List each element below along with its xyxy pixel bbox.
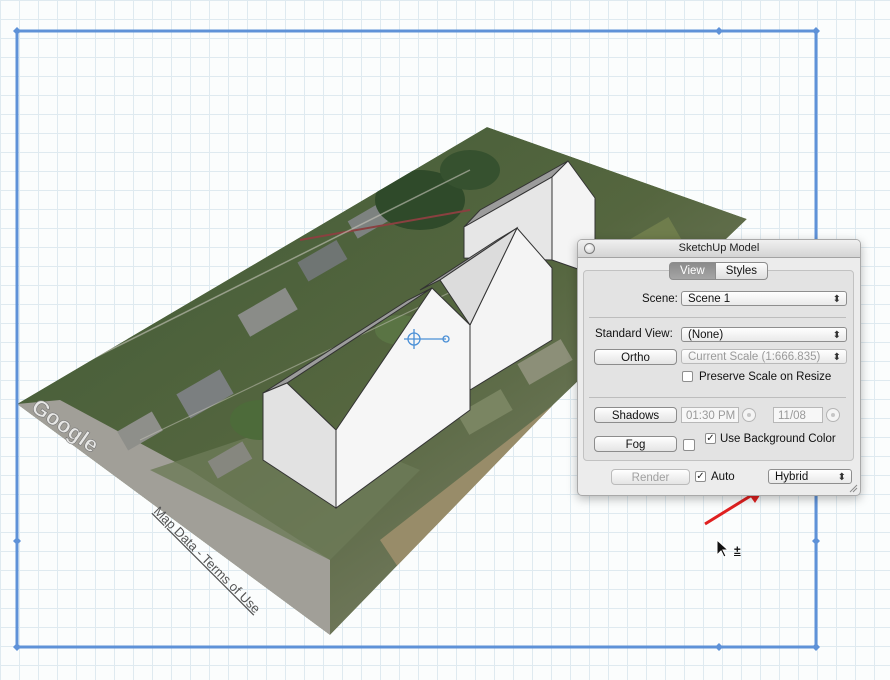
divider	[589, 317, 846, 318]
auto-checkbox[interactable]: ✓	[695, 471, 706, 482]
fog-color-swatch[interactable]	[683, 439, 695, 451]
close-button[interactable]	[584, 243, 595, 254]
divider	[589, 397, 846, 398]
panel-title: SketchUp Model	[678, 242, 760, 254]
use-bg-color-checkbox[interactable]: ✓	[705, 433, 716, 444]
sketchup-model-panel[interactable]: SketchUp Model Scene: Scene 1 ⬍ Standard…	[577, 239, 861, 496]
scene-label: Scene:	[642, 293, 678, 305]
tab-styles[interactable]: Styles	[715, 262, 769, 280]
resize-grip-icon[interactable]	[849, 484, 858, 493]
scene-select-value: Scene 1	[688, 293, 731, 305]
shadows-button[interactable]: Shadows	[594, 407, 677, 423]
standard-view-label: Standard View:	[595, 328, 673, 340]
shadow-time-stepper[interactable]	[742, 408, 756, 422]
shadow-date-stepper[interactable]	[826, 408, 840, 422]
ortho-button[interactable]: Ortho	[594, 349, 677, 365]
view-tab-content: Scene: Scene 1 ⬍ Standard View: (None) ⬍…	[583, 270, 854, 461]
tab-view[interactable]: View	[669, 262, 716, 280]
shadow-date-field[interactable]: 11/08	[773, 407, 823, 423]
standard-view-value: (None)	[688, 329, 724, 341]
mouse-pointer-icon	[716, 539, 730, 558]
select-arrows-icon: ⬍	[832, 294, 841, 305]
preserve-scale-label: Preserve Scale on Resize	[699, 371, 832, 383]
panel-titlebar[interactable]: SketchUp Model	[578, 240, 860, 258]
scale-select[interactable]: Current Scale (1:666.835) ⬍	[681, 349, 847, 364]
select-arrows-icon: ⬍	[832, 330, 841, 341]
shadow-time-field[interactable]: 01:30 PM	[681, 407, 739, 423]
fog-button[interactable]: Fog	[594, 436, 677, 452]
render-button[interactable]: Render	[611, 469, 690, 485]
render-mode-select[interactable]: Hybrid ⬍	[768, 469, 852, 484]
scene-select[interactable]: Scene 1 ⬍	[681, 291, 847, 306]
panel-tabs[interactable]: View Styles	[669, 262, 769, 280]
select-arrows-icon: ⬍	[837, 472, 846, 483]
use-bg-color-label: Use Background Color	[720, 433, 836, 445]
preserve-scale-checkbox[interactable]	[682, 371, 693, 382]
cursor-modifier-icon: ±	[734, 543, 741, 557]
auto-label: Auto	[711, 471, 735, 483]
render-mode-value: Hybrid	[775, 471, 809, 483]
standard-view-select[interactable]: (None) ⬍	[681, 327, 847, 342]
select-arrows-icon: ⬍	[832, 352, 841, 363]
scale-select-value: Current Scale (1:666.835)	[688, 351, 821, 363]
